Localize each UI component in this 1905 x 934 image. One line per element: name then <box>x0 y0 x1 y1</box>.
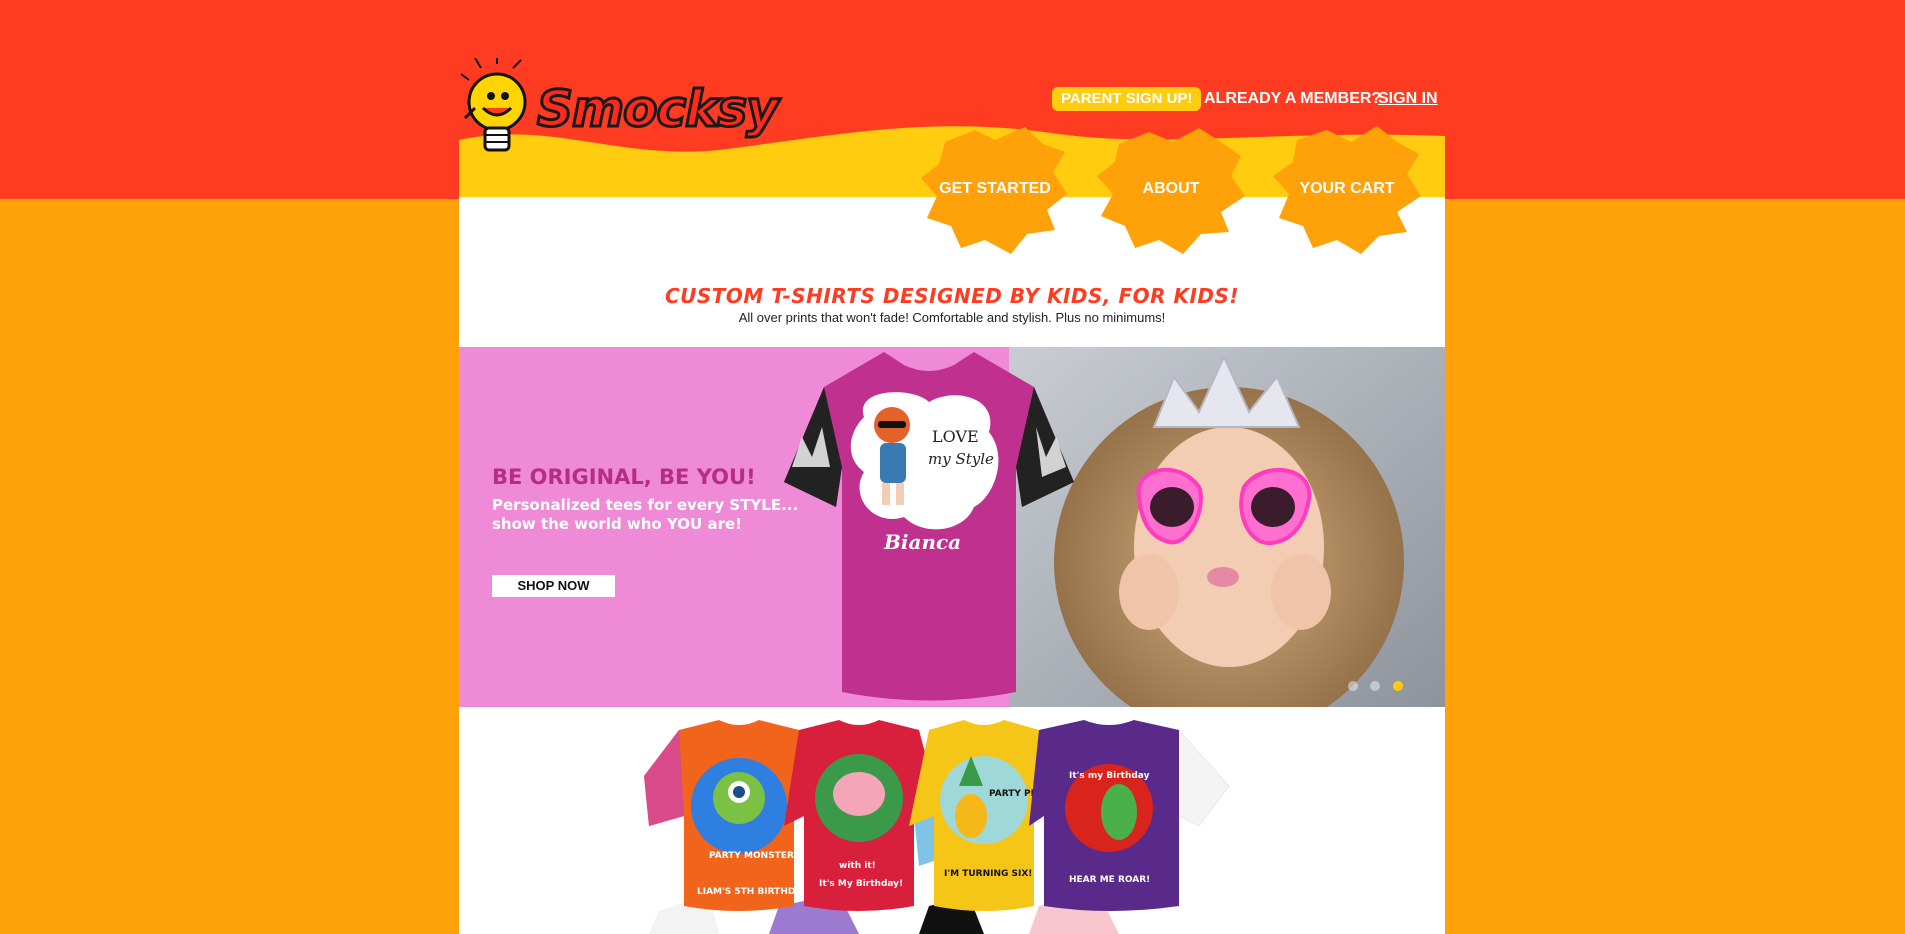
carousel-dots <box>1348 678 1411 696</box>
sign-in-link[interactable]: SIGN IN <box>1378 90 1438 108</box>
product-caption-top: It's my Birthday <box>1069 771 1150 781</box>
hero-title: BE ORIGINAL, BE YOU! <box>492 465 756 489</box>
parent-signup-button[interactable]: PARENT SIGN UP! <box>1052 87 1202 111</box>
product-shirts: PARTY MONSTER LIAM'S 5TH BIRTHDAY! with … <box>644 720 1229 934</box>
product-caption-bottom: It's My Birthday! <box>819 879 903 889</box>
product-caption-bottom: HEAR ME ROAR! <box>1069 875 1150 885</box>
hero-subtitle-line2: show the world who YOU are! <box>492 515 742 533</box>
hero-banner: LOVE my Style Bianca BE ORIGINAL, BE YOU… <box>459 347 1445 707</box>
shirt-text-style: my Style <box>928 450 994 468</box>
shirt-name: Bianca <box>883 530 961 554</box>
product-caption-top: PARTY MONSTER <box>709 851 794 861</box>
nav-label: GET STARTED <box>939 180 1051 197</box>
tagline-subtext: All over prints that won't fade! Comfort… <box>738 310 1166 325</box>
product-shirt-4[interactable]: It's my Birthday HEAR ME ROAR! <box>1029 720 1229 911</box>
nav-about[interactable]: ABOUT <box>1091 122 1251 257</box>
product-caption-top: with it! <box>839 861 876 871</box>
product-caption-bottom: LIAM'S 5TH BIRTHDAY! <box>697 887 812 897</box>
hero-subtitle: Personalized tees for every STYLE... sho… <box>492 496 822 534</box>
nav-your-cart[interactable]: YOUR CART <box>1267 122 1427 257</box>
nav-get-started[interactable]: GET STARTED <box>915 122 1075 257</box>
nav-label: ABOUT <box>1142 180 1200 197</box>
shop-now-button[interactable]: SHOP NOW <box>492 575 615 597</box>
nav-label: YOUR CART <box>1299 180 1395 197</box>
tagline: CUSTOM T-SHIRTS DESIGNED BY KIDS, FOR KI… <box>664 284 1240 308</box>
hero-tshirt: LOVE my Style Bianca <box>784 352 1074 701</box>
already-member-text: ALREADY A MEMBER? <box>1204 90 1382 107</box>
girl-with-tiara-photo <box>1009 347 1445 707</box>
shirt-text-love: LOVE <box>932 427 979 446</box>
product-caption-bottom: I'M TURNING SIX! <box>944 869 1032 879</box>
page-container: Smocksy PARENT SIGN UP! ALREADY A MEMBER… <box>459 0 1445 934</box>
lightbulb-icon <box>460 58 527 152</box>
carousel-dot-2[interactable] <box>1370 681 1381 691</box>
hero-subtitle-line1: Personalized tees for every STYLE... <box>492 496 799 514</box>
carousel-dot-1[interactable] <box>1348 681 1358 691</box>
smocksy-logo[interactable]: Smocksy <box>459 58 780 158</box>
logo-wordmark: Smocksy <box>536 79 781 140</box>
carousel-dot-3[interactable] <box>1392 681 1403 691</box>
